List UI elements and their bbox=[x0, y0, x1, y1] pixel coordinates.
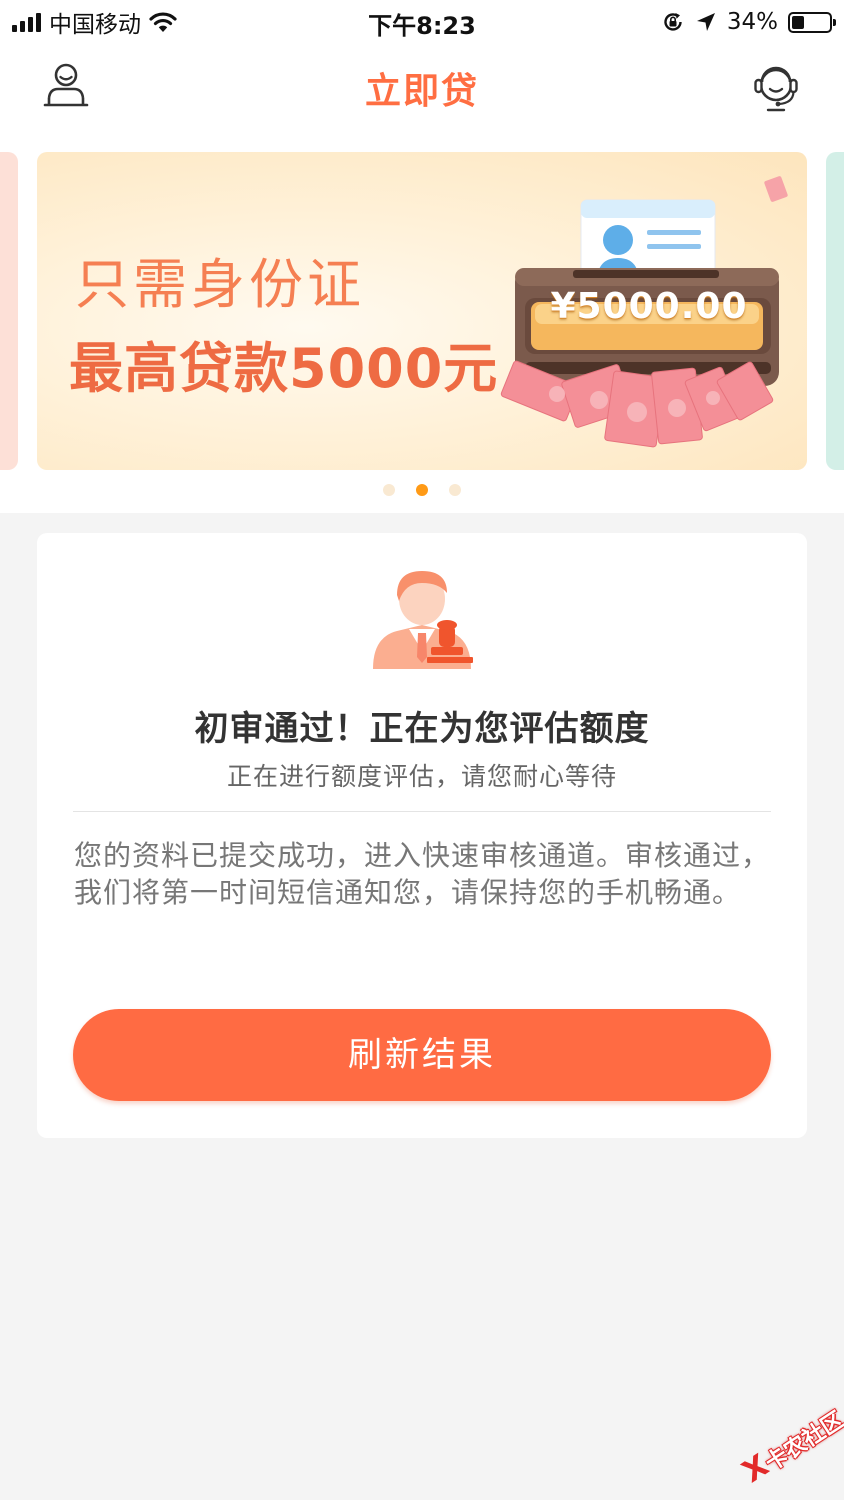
battery-icon bbox=[788, 11, 836, 33]
prev-banner-peek[interactable] bbox=[0, 152, 18, 470]
banner-subheadline: 最高贷款5000元 bbox=[69, 337, 499, 400]
review-status-subtitle: 正在进行额度评估，请您耐心等待 bbox=[226, 762, 617, 791]
review-status-title: 初审通过！正在为您评估额度 bbox=[194, 709, 650, 749]
next-banner-peek[interactable] bbox=[826, 152, 844, 470]
refresh-result-button[interactable]: 刷新结果 bbox=[73, 1009, 771, 1101]
banner-slide[interactable]: 只需身份证 最高贷款5000元 ¥5000.00 bbox=[37, 152, 807, 470]
reviewer-stamp-icon bbox=[373, 571, 473, 669]
battery-level bbox=[792, 15, 805, 29]
banner-carousel[interactable]: 只需身份证 最高贷款5000元 ¥5000.00 bbox=[0, 132, 844, 513]
carousel-dot bbox=[416, 484, 428, 496]
kanong-watermark: 卡农社区 bbox=[727, 1391, 844, 1500]
carousel-dot bbox=[383, 484, 395, 496]
battery-percent: 34% bbox=[726, 9, 778, 35]
review-status-card: 初审通过！正在为您评估额度 正在进行额度评估，请您耐心等待 您的资料已提交成功，… bbox=[37, 533, 807, 1138]
watermark-text: 卡农社区 bbox=[761, 1407, 844, 1477]
divider bbox=[73, 811, 771, 812]
banner-amount: ¥5000.00 bbox=[550, 286, 748, 327]
customer-service-icon[interactable] bbox=[748, 58, 804, 114]
carousel-indicator bbox=[0, 484, 844, 496]
carousel-dot bbox=[449, 484, 461, 496]
status-bar: 中国移动 下午8:23 34% bbox=[0, 0, 844, 44]
location-arrow-icon bbox=[696, 13, 715, 31]
status-right: 34% bbox=[661, 8, 836, 36]
page-title: 立即贷 bbox=[364, 71, 479, 112]
review-status-message: 您的资料已提交成功，进入快速审核通道。审核通过，我们将第一时间短信通知您，请保持… bbox=[74, 839, 771, 909]
orientation-lock-icon bbox=[664, 13, 682, 31]
nav-bar: 立即贷 bbox=[0, 44, 844, 132]
banner-headline: 只需身份证 bbox=[75, 253, 365, 316]
